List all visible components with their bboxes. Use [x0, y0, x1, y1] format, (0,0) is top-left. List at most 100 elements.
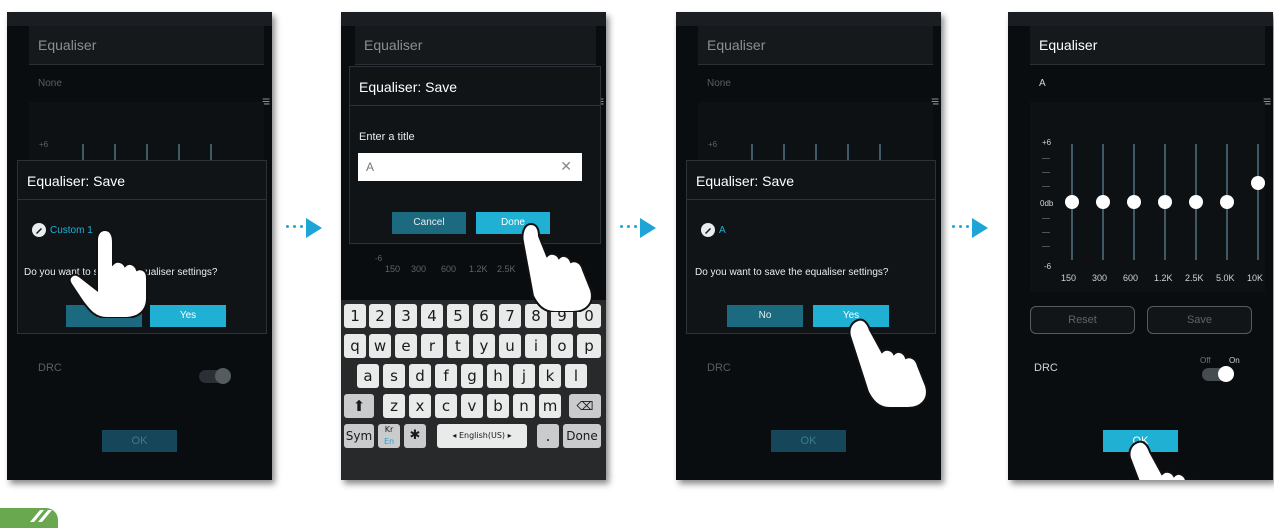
dialog-title: Equaliser: Save	[27, 173, 126, 189]
band-slider-knob[interactable]	[1127, 195, 1141, 209]
tap-hand-icon	[521, 222, 593, 312]
key-3[interactable]: 3	[395, 304, 417, 328]
freq-label: 600	[441, 264, 457, 274]
done-key[interactable]: Done	[563, 424, 601, 448]
db-tick	[1042, 218, 1050, 219]
period-key[interactable]: .	[537, 424, 559, 448]
db-tick	[1042, 186, 1050, 187]
band-slider-knob[interactable]	[1096, 195, 1110, 209]
db-bottom-label: -6	[375, 254, 383, 263]
logo-icon	[0, 508, 58, 528]
backspace-key-icon[interactable]: ⌫	[569, 394, 601, 418]
preset-selector[interactable]: None	[707, 78, 731, 89]
cancel-button[interactable]: Cancel	[392, 212, 466, 234]
toggle-off-label: Off	[1200, 356, 1211, 365]
title-prompt: Enter a title	[359, 131, 415, 143]
shift-key-icon[interactable]: ⬆	[344, 394, 374, 418]
status-bar	[1008, 12, 1273, 26]
band-slider-knob[interactable]	[1220, 195, 1234, 209]
key-y[interactable]: y	[473, 334, 495, 358]
dialog-question: Do you want to save the equaliser settin…	[695, 267, 889, 278]
freq-label: 600	[1123, 273, 1139, 283]
drc-toggle[interactable]	[1202, 366, 1234, 382]
equaliser-title: Equaliser	[1039, 37, 1098, 53]
drc-label: DRC	[1034, 362, 1058, 374]
key-w[interactable]: w	[369, 334, 391, 358]
space-key[interactable]: ◂ English(US) ▸	[437, 424, 527, 448]
title-input[interactable]: A ✕	[358, 153, 582, 181]
preset-name-link[interactable]: A	[719, 225, 726, 236]
key-e[interactable]: e	[395, 334, 417, 358]
key-f[interactable]: f	[435, 364, 457, 388]
freq-label: 150	[385, 264, 401, 274]
key-a[interactable]: a	[357, 364, 379, 388]
equaliser-header: Equaliser	[29, 26, 264, 65]
db-tick	[1042, 158, 1050, 159]
freq-label: 5.0K	[1216, 273, 1235, 283]
db-tick	[1042, 172, 1050, 173]
dialog-title: Equaliser: Save	[696, 173, 795, 189]
preset-selector[interactable]: A	[1039, 78, 1046, 89]
key-d[interactable]: d	[409, 364, 431, 388]
freq-label: 300	[1092, 273, 1108, 283]
keyboard: 1 2 3 4 5 6 7 8 9 0 q w e r t y u i o p …	[341, 300, 606, 480]
equaliser-header: Equaliser	[1030, 26, 1265, 65]
key-b[interactable]: b	[487, 394, 509, 418]
key-u[interactable]: u	[499, 334, 521, 358]
key-t[interactable]: t	[447, 334, 469, 358]
key-o[interactable]: o	[551, 334, 573, 358]
key-r[interactable]: r	[421, 334, 443, 358]
close-icon[interactable]: ✕	[560, 158, 572, 175]
key-s[interactable]: s	[383, 364, 405, 388]
db-top-label: +6	[708, 140, 718, 149]
no-button[interactable]: No	[727, 305, 803, 327]
language-key[interactable]: Kr En	[378, 424, 400, 448]
band-slider-track	[1257, 144, 1259, 260]
freq-label: 1.2K	[469, 264, 488, 274]
save-button[interactable]: Save	[1147, 306, 1252, 334]
key-6[interactable]: 6	[473, 304, 495, 328]
key-n[interactable]: n	[513, 394, 535, 418]
key-m[interactable]: m	[539, 394, 561, 418]
key-z[interactable]: z	[383, 394, 405, 418]
key-q[interactable]: q	[344, 334, 366, 358]
freq-label: 10K	[1247, 273, 1264, 283]
db-bottom-label: -6	[1044, 262, 1052, 271]
sym-key[interactable]: Sym	[344, 424, 374, 448]
tap-hand-icon	[68, 228, 148, 318]
next-step-arrow-icon	[286, 218, 326, 238]
dialog-title: Equaliser: Save	[359, 79, 458, 95]
equaliser-title: Equaliser	[364, 37, 423, 53]
band-slider-knob[interactable]	[1189, 195, 1203, 209]
key-5[interactable]: 5	[447, 304, 469, 328]
key-c[interactable]: c	[435, 394, 457, 418]
reset-button[interactable]: Reset	[1030, 306, 1135, 334]
settings-key-icon[interactable]: ✱	[404, 424, 426, 448]
key-v[interactable]: v	[461, 394, 483, 418]
key-h[interactable]: h	[487, 364, 509, 388]
ok-button[interactable]: OK	[102, 430, 177, 452]
freq-label: 1.2K	[1154, 273, 1173, 283]
equaliser-header: Equaliser	[698, 26, 933, 65]
key-i[interactable]: i	[525, 334, 547, 358]
next-step-arrow-icon	[620, 218, 660, 238]
ok-button[interactable]: OK	[771, 430, 846, 452]
key-l[interactable]: l	[565, 364, 587, 388]
band-slider-knob[interactable]	[1065, 195, 1079, 209]
band-slider-knob[interactable]	[1251, 175, 1265, 190]
band-slider-knob[interactable]	[1158, 195, 1172, 209]
key-k[interactable]: k	[539, 364, 561, 388]
key-4[interactable]: 4	[421, 304, 443, 328]
drc-toggle[interactable]	[199, 368, 231, 384]
key-j[interactable]: j	[513, 364, 535, 388]
screen-3: Equaliser None ≡ +6 Equaliser: Save A Do…	[676, 12, 941, 480]
yes-button[interactable]: Yes	[150, 305, 226, 327]
key-x[interactable]: x	[409, 394, 431, 418]
key-g[interactable]: g	[461, 364, 483, 388]
key-2[interactable]: 2	[369, 304, 391, 328]
status-bar	[676, 12, 941, 26]
key-p[interactable]: p	[577, 334, 601, 358]
preset-selector[interactable]: None	[38, 78, 62, 89]
key-1[interactable]: 1	[344, 304, 366, 328]
save-dialog: Equaliser: Save A Do you want to save th…	[686, 160, 936, 334]
